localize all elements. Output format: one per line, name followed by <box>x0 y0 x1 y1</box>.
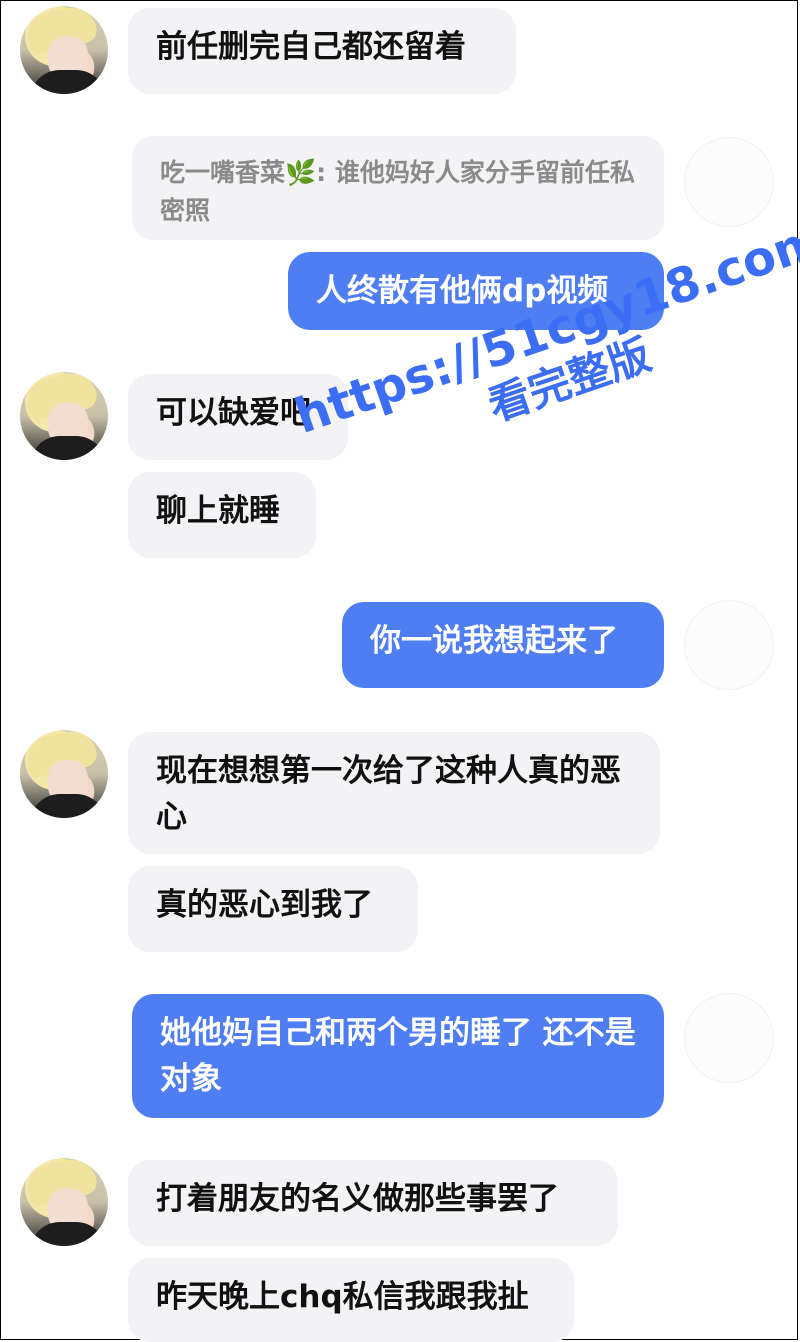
message-text: 她他妈自己和两个男的睡了 还不是对象 <box>160 1015 636 1097</box>
contact-avatar[interactable] <box>20 1158 108 1246</box>
contact-avatar[interactable] <box>20 6 108 94</box>
message-bubble-incoming[interactable]: 现在想想第一次给了这种人真的恶心 <box>128 732 660 854</box>
message-text: 前任删完自己都还留着 <box>156 29 466 65</box>
contact-avatar[interactable] <box>20 372 108 460</box>
message-bubble-incoming[interactable]: 前任删完自己都还留着 <box>128 8 516 94</box>
leaf-emoji-icon: 🌿 <box>285 158 317 187</box>
message-text: 可以缺爱吧 <box>156 395 311 431</box>
message-bubble-outgoing[interactable]: 你一说我想起来了 <box>342 602 664 688</box>
message-bubble-incoming[interactable]: 昨天晚上chq私信我跟我扯 <box>128 1258 574 1342</box>
quoted-reply[interactable]: 吃一嘴香菜🌿: 谁他妈好人家分手留前任私密照 <box>132 136 664 240</box>
own-avatar[interactable] <box>684 600 774 690</box>
quote-separator: : <box>316 158 327 187</box>
message-text: 你一说我想起来了 <box>370 623 618 659</box>
quote-author: 吃一嘴香菜 <box>160 158 286 187</box>
message-text: 打着朋友的名义做那些事罢了 <box>156 1181 559 1217</box>
message-text: 昨天晚上chq私信我跟我扯 <box>156 1279 529 1315</box>
message-text: 真的恶心到我了 <box>156 887 373 923</box>
message-bubble-incoming[interactable]: 聊上就睡 <box>128 472 316 558</box>
message-bubble-outgoing[interactable]: 她他妈自己和两个男的睡了 还不是对象 <box>132 994 664 1118</box>
message-text: 现在想想第一次给了这种人真的恶心 <box>156 753 621 835</box>
message-bubble-incoming[interactable]: 打着朋友的名义做那些事罢了 <box>128 1160 618 1246</box>
message-text: 聊上就睡 <box>156 493 280 529</box>
message-bubble-incoming[interactable]: 真的恶心到我了 <box>128 866 418 952</box>
own-avatar[interactable] <box>684 137 774 227</box>
contact-avatar[interactable] <box>20 730 108 818</box>
own-avatar[interactable] <box>684 993 774 1083</box>
